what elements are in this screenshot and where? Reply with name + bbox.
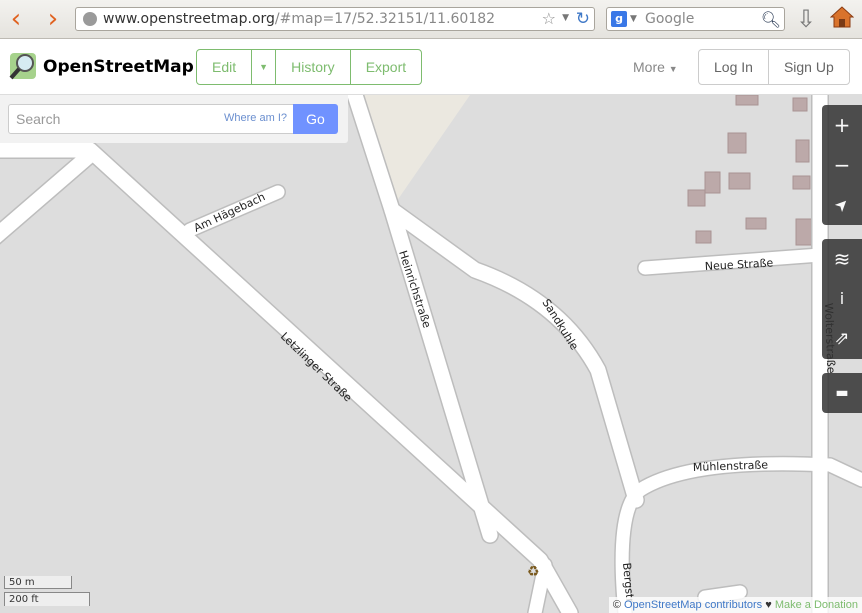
reload-icon[interactable]: ↻ xyxy=(576,9,590,29)
scale-imperial: 200 ft xyxy=(4,592,90,606)
attribution-prefix: © xyxy=(612,599,624,611)
forward-arrow-icon[interactable]: › xyxy=(40,6,66,32)
url-text: www.openstreetmap.org/#map=17/52.32151/1… xyxy=(103,11,496,27)
heart-icon: ♥ xyxy=(762,599,775,611)
download-icon[interactable]: ⇩ xyxy=(796,5,816,33)
note-icon[interactable]: ▬ xyxy=(822,373,862,413)
scale-metric: 50 m xyxy=(4,576,72,589)
edit-button[interactable]: Edit xyxy=(197,50,251,84)
edit-dropdown-icon[interactable]: ▼ xyxy=(251,50,275,84)
map-svg: Am Hägebach Heinrichstraße Sandkuhle Neu… xyxy=(0,95,862,613)
attribution: © OpenStreetMap contributors ♥ Make a Do… xyxy=(608,597,862,613)
where-am-i-link[interactable]: Where am I? xyxy=(224,112,287,124)
signup-button[interactable]: Sign Up xyxy=(767,50,849,84)
map-controls: + − ➤ ≋ ⅰ ⇗ ▬ xyxy=(822,105,862,427)
donation-link[interactable]: Make a Donation xyxy=(775,599,858,611)
edit-button-group: Edit ▼ History Export xyxy=(196,49,423,85)
site-logo-text[interactable]: OpenStreetMap xyxy=(43,57,194,77)
browser-toolbar: ‹ › www.openstreetmap.org/#map=17/52.321… xyxy=(0,0,862,39)
navigation-controls: + − ➤ xyxy=(822,105,862,225)
osm-logo-icon[interactable] xyxy=(8,51,38,81)
engine-dropdown-icon[interactable]: ▼ xyxy=(630,14,637,24)
recycling-icon[interactable]: ♻ xyxy=(527,564,540,580)
site-header: OpenStreetMap Edit ▼ History Export More… xyxy=(0,39,862,95)
globe-icon xyxy=(83,12,97,26)
export-button[interactable]: Export xyxy=(349,50,421,84)
info-icon[interactable]: ⅰ xyxy=(822,279,862,319)
osm-contributors-link[interactable]: OpenStreetMap contributors xyxy=(624,599,762,611)
history-dropdown-icon[interactable]: ▼ xyxy=(562,13,569,23)
browser-search-bar[interactable]: g ▼ Google 🔍︎ xyxy=(606,7,785,31)
more-label: More xyxy=(633,59,665,75)
panel-controls: ≋ ⅰ ⇗ xyxy=(822,239,862,359)
zoom-in-icon[interactable]: + xyxy=(822,105,862,145)
search-input[interactable]: Search Where am I? xyxy=(8,104,294,134)
more-menu[interactable]: More ▼ xyxy=(633,59,678,75)
street-label-muhlenstrasse: Mühlenstraße xyxy=(693,458,769,474)
note-controls: ▬ xyxy=(822,373,862,413)
share-icon[interactable]: ⇗ xyxy=(822,319,862,359)
login-button[interactable]: Log In xyxy=(699,50,768,84)
go-button[interactable]: Go xyxy=(293,104,338,134)
auth-button-group: Log In Sign Up xyxy=(698,49,850,85)
map-canvas[interactable]: Am Hägebach Heinrichstraße Sandkuhle Neu… xyxy=(0,95,862,613)
home-icon[interactable] xyxy=(830,5,854,29)
search-panel: Search Where am I? Go xyxy=(0,95,348,143)
history-button[interactable]: History xyxy=(275,50,350,84)
layers-icon[interactable]: ≋ xyxy=(822,239,862,279)
more-caret-icon: ▼ xyxy=(668,64,678,74)
google-engine-icon[interactable]: g xyxy=(611,11,627,27)
bookmark-star-icon[interactable]: ☆ xyxy=(542,9,556,28)
browser-search-placeholder: Google xyxy=(645,11,695,27)
magnifier-icon[interactable]: 🔍︎ xyxy=(761,10,781,29)
address-bar[interactable]: www.openstreetmap.org/#map=17/52.32151/1… xyxy=(75,7,595,31)
search-placeholder: Search xyxy=(16,111,61,127)
back-arrow-icon[interactable]: ‹ xyxy=(3,6,29,32)
